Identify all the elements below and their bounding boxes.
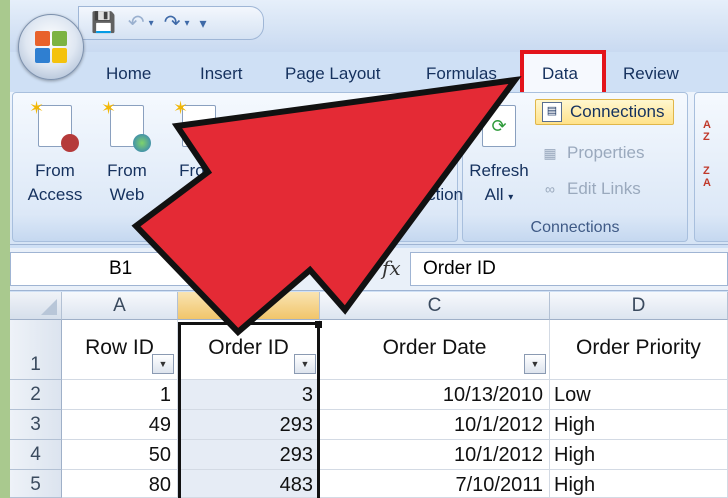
- cell-c4[interactable]: 10/1/2012: [320, 440, 550, 470]
- redo-icon[interactable]: ↷: [164, 13, 181, 33]
- tab-page-layout[interactable]: Page Layout: [285, 60, 380, 88]
- column-header-a[interactable]: A: [62, 292, 178, 320]
- cell-b4[interactable]: 293: [178, 440, 320, 470]
- tab-insert[interactable]: Insert: [200, 60, 243, 88]
- tab-review[interactable]: Review: [623, 60, 679, 88]
- connections-button[interactable]: ▤ Connections: [535, 99, 674, 125]
- formula-bar: B1 ▼ fx Order ID: [10, 248, 728, 291]
- column-header-b[interactable]: B: [178, 292, 320, 320]
- fill-handle[interactable]: [315, 321, 322, 328]
- refresh-all-button[interactable]: ⟳ Refresh All ▾: [469, 101, 529, 210]
- cell-c5[interactable]: 7/10/2011: [320, 470, 550, 498]
- select-all-corner[interactable]: [10, 292, 62, 320]
- cell-c2[interactable]: 10/13/2010: [320, 380, 550, 410]
- properties-button[interactable]: ▦ Properties: [541, 143, 644, 163]
- name-box-dropdown-icon[interactable]: ▼: [242, 258, 256, 274]
- text-file-icon: ✶: [173, 98, 216, 147]
- row-header-3[interactable]: 3: [10, 410, 62, 440]
- existing-connections-button[interactable]: Existing Connections: [377, 101, 472, 207]
- connections-group-label: Connections: [530, 219, 620, 236]
- from-text-button[interactable]: ✶ From Text: [169, 98, 229, 207]
- ribbon: ✶ From Access ✶ From Web ✶ From Text Exi…: [10, 92, 728, 245]
- row-header-4[interactable]: 4: [10, 440, 62, 470]
- column-header-c[interactable]: C: [320, 292, 550, 320]
- undo-icon[interactable]: ↶: [128, 13, 145, 33]
- worksheet-grid: A B C D 1 Row ID Order ID Order Date Ord…: [10, 292, 728, 498]
- get-external-data-group: ✶ From Access ✶ From Web ✶ From Text Exi…: [12, 92, 472, 242]
- save-icon[interactable]: 💾: [91, 13, 116, 33]
- formula-input[interactable]: Order ID: [410, 252, 728, 286]
- undo-dropdown-icon[interactable]: ▾: [149, 18, 154, 29]
- cell-b3[interactable]: 293: [178, 410, 320, 440]
- filter-dropdown-icon[interactable]: ▼: [152, 354, 174, 374]
- tab-formulas[interactable]: Formulas: [426, 60, 497, 88]
- office-button[interactable]: [18, 14, 84, 80]
- cell-a5[interactable]: 80: [62, 470, 178, 498]
- cell-a3[interactable]: 49: [62, 410, 178, 440]
- excel-window: 💾 ↶ ▾ ↷ ▾ ▾ Home Insert Page Layout Form…: [10, 0, 728, 498]
- office-button-icon: [35, 31, 67, 63]
- sort-filter-group: AZ ZA: [694, 92, 728, 242]
- cell-a4[interactable]: 50: [62, 440, 178, 470]
- redo-dropdown-icon[interactable]: ▾: [184, 18, 189, 29]
- from-web-button[interactable]: ✶ From Web: [97, 98, 157, 207]
- ribbon-tabs: Home Insert Page Layout Formulas Data Re…: [10, 56, 728, 90]
- from-access-button[interactable]: ✶ From Access: [25, 98, 85, 207]
- web-icon: ✶: [101, 98, 151, 152]
- cell-b5[interactable]: 483: [178, 470, 320, 498]
- cell-d2[interactable]: Low: [550, 380, 728, 410]
- row-header-1[interactable]: 1: [10, 320, 62, 380]
- cell-a2[interactable]: 1: [62, 380, 178, 410]
- connections-icon: ▤: [542, 102, 562, 122]
- filter-dropdown-icon[interactable]: ▼: [524, 354, 546, 374]
- sort-za-icon[interactable]: ZA: [703, 165, 711, 189]
- row-header-2[interactable]: 2: [10, 380, 62, 410]
- cell-d5[interactable]: High: [550, 470, 728, 498]
- cell-c3[interactable]: 10/1/2012: [320, 410, 550, 440]
- row-header-5[interactable]: 5: [10, 470, 62, 498]
- cell-c1[interactable]: Order Date: [320, 320, 550, 380]
- refresh-dropdown-icon: ▾: [508, 192, 514, 203]
- customize-qat-icon[interactable]: ▾: [200, 16, 207, 30]
- tab-data[interactable]: Data: [542, 60, 578, 88]
- filter-dropdown-icon[interactable]: ▼: [294, 354, 316, 374]
- name-box[interactable]: B1: [10, 252, 262, 286]
- connections-group: ⟳ Refresh All ▾ ▤ Connections ▦ Properti…: [462, 92, 688, 242]
- sort-az-icon[interactable]: AZ: [703, 119, 711, 143]
- cell-d3[interactable]: High: [550, 410, 728, 440]
- title-bar: 💾 ↶ ▾ ↷ ▾ ▾: [10, 0, 728, 52]
- get-external-data-label: Get External Data: [171, 219, 299, 236]
- quick-access-toolbar: 💾 ↶ ▾ ↷ ▾ ▾: [78, 6, 264, 40]
- column-header-d[interactable]: D: [550, 292, 728, 320]
- cell-d1[interactable]: Order Priority: [550, 320, 728, 380]
- formula-bar-resize-handle[interactable]: [268, 254, 300, 286]
- refresh-icon: ⟳: [482, 105, 516, 147]
- cell-b2[interactable]: 3: [178, 380, 320, 410]
- edit-links-button[interactable]: ∞ Edit Links: [541, 179, 641, 199]
- properties-icon: ▦: [543, 145, 557, 161]
- fx-icon[interactable]: fx: [382, 256, 401, 280]
- cell-d4[interactable]: High: [550, 440, 728, 470]
- edit-links-icon: ∞: [545, 181, 555, 197]
- existing-connections-icon: [400, 105, 434, 147]
- tab-home[interactable]: Home: [106, 60, 151, 88]
- access-icon: ✶: [29, 98, 79, 152]
